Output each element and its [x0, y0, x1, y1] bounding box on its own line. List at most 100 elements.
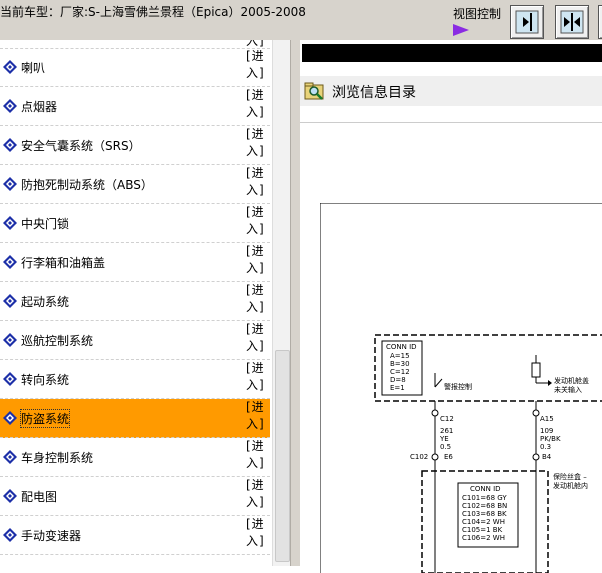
a15-wire-color: PK/BK — [540, 435, 561, 443]
nav-item-label: 手动变速器 — [21, 529, 82, 543]
nav-enter-link[interactable]: [进入] — [246, 477, 270, 511]
current-vehicle-title: 当前车型：厂家:S-上海雪佛兰景程（Epica）2005-2008 — [0, 5, 306, 19]
nav-enter-link[interactable]: [进入] — [246, 48, 270, 82]
nav-item-label: 配电图 — [21, 490, 58, 504]
nav-enter-link[interactable]: [进入] — [246, 438, 270, 472]
nav-item-label: 喇叭 — [21, 61, 46, 75]
conn1-line: B=30 — [390, 360, 410, 368]
nav-enter-link[interactable]: [进入] — [246, 282, 270, 316]
nav-enter-link[interactable]: [进入] — [246, 516, 270, 550]
diamond-doc-icon — [3, 528, 17, 542]
nav-item-label: 车身控制系统 — [21, 451, 94, 465]
conn1-title: CONN ID — [386, 343, 417, 351]
nav-enter-link[interactable]: [进入] — [246, 360, 270, 394]
nav-item[interactable]: 车身控制系统 [进入] — [0, 438, 270, 477]
diamond-doc-icon — [3, 411, 17, 425]
content-top-strip — [302, 44, 602, 62]
conn2-title: CONN ID — [470, 485, 501, 493]
conn1-line: C=12 — [390, 368, 410, 376]
nav-item[interactable]: 行李箱和油箱盖 [进入] — [0, 243, 270, 282]
header-bar: 当前车型：厂家:S-上海雪佛兰景程（Epica）2005-2008 视图控制 — [0, 0, 602, 40]
engine-hood-label-1: 发动机舱盖 — [554, 376, 589, 385]
fuse-box-label-2: 发动机舱内 — [553, 481, 588, 490]
nav-scrollbar[interactable] — [272, 40, 291, 566]
c12-wire-num: 261 — [440, 427, 453, 435]
c102-label: C102 — [410, 453, 428, 461]
nav-item[interactable]: 防抱死制动系统（ABS） [进入] — [0, 165, 270, 204]
diamond-doc-icon — [3, 255, 17, 269]
nav-scroll-thumb[interactable] — [275, 350, 290, 562]
nav-item-label: 中央门锁 — [21, 217, 70, 231]
nav-item[interactable]: 防盗系统 [进入] — [0, 399, 270, 438]
nav-item-label: 起动系统 — [21, 295, 70, 309]
nav-enter-link[interactable]: [进入] — [246, 126, 270, 160]
conn2-line: C106=2 WH — [462, 534, 505, 542]
diamond-doc-icon — [3, 450, 17, 464]
view-control-label: 视图控制 — [453, 7, 502, 21]
browse-title: 浏览信息目录 — [332, 85, 416, 101]
view-split-button[interactable] — [555, 5, 589, 39]
pane-divider[interactable] — [290, 40, 300, 566]
nav-item[interactable]: 喇叭 [进入] — [0, 48, 270, 87]
e6-label: E6 — [444, 453, 453, 461]
nav-item[interactable]: 转向系统 [进入] — [0, 360, 270, 399]
nav-item[interactable]: 配电图 [进入] — [0, 477, 270, 516]
nav-enter-link[interactable]: [进入] — [246, 243, 270, 277]
nav-item-label: 行李箱和油箱盖 — [21, 256, 106, 270]
nav-item-label: 转向系统 — [21, 373, 70, 387]
diamond-doc-icon — [3, 99, 17, 113]
diamond-doc-icon — [3, 294, 17, 308]
view-split-icon — [560, 10, 584, 34]
b4-label: B4 — [542, 453, 552, 461]
nav-item-label: 点烟器 — [21, 100, 58, 114]
conn2-line: C103=68 BK — [462, 510, 507, 518]
nav-item-label: 巡航控制系统 — [21, 334, 94, 348]
view-left-button[interactable] — [598, 5, 602, 39]
diamond-doc-icon — [3, 60, 17, 74]
diamond-doc-icon — [3, 177, 17, 191]
nav-item[interactable]: 起动系统 [进入] — [0, 282, 270, 321]
diamond-doc-icon — [3, 138, 17, 152]
nav-item[interactable]: 手动变速器 [进入] — [0, 516, 270, 555]
content-area: CONN ID A=15 B=30 C=12 D=8 E=1 警报控制 发动机舱盖 未关… — [300, 122, 602, 573]
conn2-line: C101=68 GY — [462, 494, 507, 502]
wiring-diagram: CONN ID A=15B=30C=12D=8E=1 警报控制 发动机舱盖 未关… — [320, 203, 602, 573]
nav-item[interactable]: 安全气囊系统（SRS） [进入] — [0, 126, 270, 165]
folder-search-icon — [304, 82, 324, 100]
conn1-line: D=8 — [390, 376, 406, 384]
a15-wire-size: 0.3 — [540, 443, 551, 451]
diamond-doc-icon — [3, 489, 17, 503]
a15-wire-num: 109 — [540, 427, 553, 435]
view-right-button[interactable] — [510, 5, 544, 39]
nav-item[interactable]: 中央门锁 [进入] — [0, 204, 270, 243]
a15-label: A15 — [540, 415, 554, 423]
engine-hood-label-2: 未关输入 — [554, 385, 582, 394]
view-right-icon — [515, 10, 539, 34]
nav-enter-link[interactable]: [进入] — [246, 204, 270, 238]
nav-enter-link[interactable]: [进入] — [246, 87, 270, 121]
alarm-control-label: 警报控制 — [444, 382, 472, 391]
conn2-line: C102=68 BN — [462, 502, 507, 510]
nav-item-label: 安全气囊系统（SRS） — [21, 139, 141, 153]
content-pane: 浏览信息目录 CONN ID A=15 B=30 C=12 D=8 E=1 警报控制 发… — [300, 40, 602, 573]
diamond-doc-icon — [3, 333, 17, 347]
conn2-line: C104=2 WH — [462, 518, 505, 526]
nav-item[interactable]: 巡航控制系统 [进入] — [0, 321, 270, 360]
nav-enter-link[interactable]: [进入] — [246, 399, 270, 433]
diamond-doc-icon — [3, 216, 17, 230]
nav-enter-link[interactable]: [进入] — [246, 165, 270, 199]
nav-item-label: 防盗系统 — [19, 409, 71, 428]
fuse-box-label-1: 保险丝盒 – — [553, 472, 587, 481]
conn1-line: A=15 — [390, 352, 410, 360]
browse-bar: 浏览信息目录 — [300, 76, 602, 106]
view-control-arrow-icon — [453, 24, 469, 36]
conn2-line: C105=1 BK — [462, 526, 503, 534]
diamond-doc-icon — [3, 372, 17, 386]
nav-item-label: 防抱死制动系统（ABS） — [21, 178, 153, 192]
c12-label: C12 — [440, 415, 454, 423]
nav-enter-link[interactable]: [进入] — [246, 321, 270, 355]
nav-item[interactable]: 点烟器 [进入] — [0, 87, 270, 126]
nav-pane: [进入] 喇叭[进入]点烟器[进入]安全气囊系统（SRS）[进入]防抱死制动系统… — [0, 40, 272, 566]
c12-wire-size: 0.5 — [440, 443, 451, 451]
conn1-line: E=1 — [390, 384, 405, 392]
